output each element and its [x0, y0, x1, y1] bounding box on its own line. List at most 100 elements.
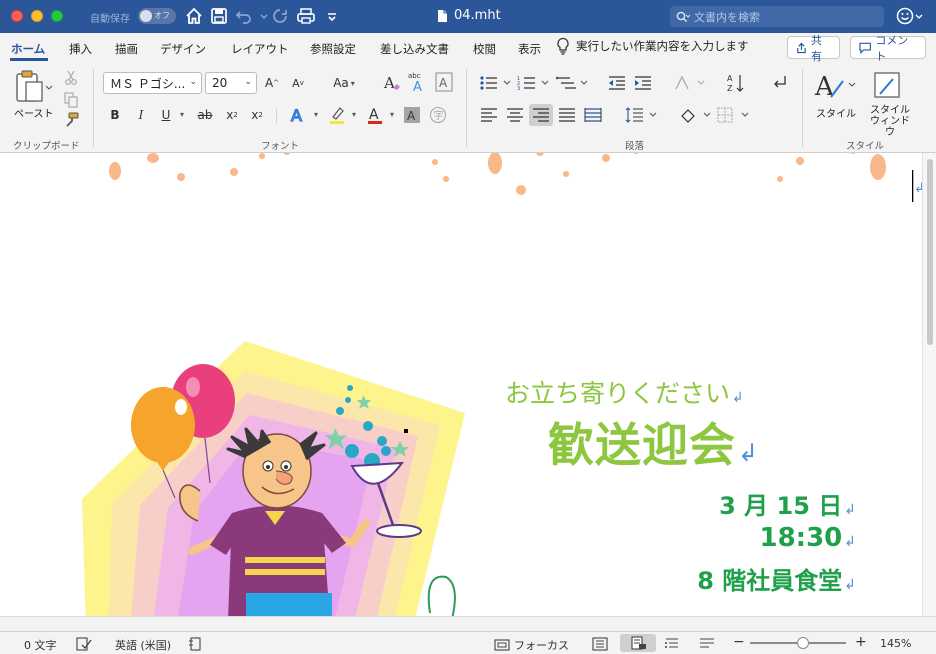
- distributed-icon[interactable]: [583, 106, 603, 124]
- italic-button[interactable]: I: [132, 105, 150, 125]
- multilevel-list-icon[interactable]: [555, 73, 591, 93]
- save-icon[interactable]: [209, 6, 229, 26]
- read-mode-icon[interactable]: [592, 637, 608, 651]
- increase-indent-icon[interactable]: [632, 73, 654, 93]
- styles-pane-button[interactable]: [870, 69, 904, 103]
- feedback-smiley-icon[interactable]: [895, 6, 925, 26]
- main-title[interactable]: 歓送迎会↲: [548, 409, 759, 475]
- undo-icon[interactable]: [234, 6, 254, 26]
- strikethrough-button[interactable]: ab: [194, 105, 216, 125]
- superscript-icon: x: [251, 108, 259, 122]
- scrollbar-thumb[interactable]: [927, 159, 933, 345]
- zoom-window-button[interactable]: [51, 10, 63, 22]
- paragraph-shading-icon[interactable]: [678, 105, 714, 125]
- align-right-icon[interactable]: [529, 104, 553, 126]
- styles-gallery-button[interactable]: A: [813, 69, 857, 103]
- align-center-icon[interactable]: [505, 106, 525, 124]
- decrease-indent-icon[interactable]: [606, 73, 628, 93]
- outline-view-icon[interactable]: [664, 637, 680, 651]
- highlight-dropdown-icon[interactable]: ▾: [352, 110, 356, 119]
- minimize-window-button[interactable]: [31, 10, 43, 22]
- font-color-icon[interactable]: A: [364, 105, 386, 125]
- vertical-scrollbar[interactable]: [922, 153, 936, 616]
- draft-view-icon[interactable]: [699, 637, 715, 651]
- underline-dropdown-icon[interactable]: ▾: [180, 110, 184, 119]
- tab-mailings[interactable]: 差し込み文書: [380, 41, 449, 57]
- shrink-font-button[interactable]: Av: [288, 73, 308, 93]
- zoom-level[interactable]: 145%: [880, 637, 911, 650]
- invite-text[interactable]: お立ち寄りください ↲: [505, 374, 744, 410]
- event-time[interactable]: 18:30 ↲: [760, 523, 857, 553]
- paste-button[interactable]: [12, 69, 54, 105]
- character-shading-icon[interactable]: A: [403, 106, 421, 124]
- track-changes-icon[interactable]: [188, 637, 204, 651]
- close-window-button[interactable]: [11, 10, 23, 22]
- justify-icon[interactable]: [557, 106, 577, 124]
- clear-formatting-icon[interactable]: A: [381, 72, 403, 94]
- styles-pane-label-line2: ウィンドウ: [870, 116, 910, 138]
- numbering-icon[interactable]: 123: [516, 73, 552, 93]
- search-box[interactable]: 文書内を検索: [670, 6, 884, 27]
- phonetic-guide-icon[interactable]: abc A: [406, 70, 430, 94]
- sort-icon[interactable]: AZ: [724, 71, 748, 95]
- word-count[interactable]: 0 文字: [24, 637, 57, 653]
- copy-icon[interactable]: [62, 91, 80, 109]
- tab-home[interactable]: ホーム: [11, 41, 45, 57]
- tell-me-box[interactable]: 実行したい作業内容を入力します: [556, 37, 749, 55]
- tab-references[interactable]: 参照設定: [310, 41, 356, 57]
- zoom-slider-thumb[interactable]: [797, 637, 809, 649]
- zoom-out-icon[interactable]: −: [733, 634, 745, 650]
- svg-text:A: A: [727, 74, 733, 83]
- confetti-dots: [109, 153, 886, 195]
- line-spacing-icon[interactable]: [624, 105, 660, 125]
- tab-insert[interactable]: 挿入: [69, 41, 92, 57]
- language-indicator[interactable]: 英語 (米国): [115, 637, 171, 653]
- redo-icon[interactable]: [270, 6, 290, 26]
- show-formatting-marks-icon[interactable]: [768, 73, 790, 93]
- clipboard-paste-icon: [16, 70, 53, 102]
- borders-icon[interactable]: [716, 105, 752, 125]
- zoom-in-icon[interactable]: +: [855, 634, 867, 650]
- tab-design[interactable]: デザイン: [160, 41, 206, 57]
- horizontal-scrollbar[interactable]: [0, 616, 936, 631]
- character-border-icon[interactable]: A: [435, 72, 453, 92]
- bold-button[interactable]: B: [106, 105, 124, 125]
- asian-layout-icon[interactable]: [672, 73, 708, 93]
- share-button[interactable]: 共有: [787, 34, 840, 63]
- font-group-label: フォント: [261, 141, 300, 152]
- document-canvas[interactable]: ↲ お立ち寄りください ↲ 歓送迎会↲ 3 月 15 日 ↲ 18:30 ↲ 8 階社…: [0, 153, 936, 631]
- undo-dropdown-icon[interactable]: [254, 6, 268, 26]
- tab-review[interactable]: 校閲: [473, 41, 496, 57]
- customize-toolbar-icon[interactable]: [322, 6, 336, 26]
- group-separator: [802, 69, 803, 147]
- grow-font-button[interactable]: A ^: [262, 73, 282, 93]
- subscript-button[interactable]: x2: [223, 105, 241, 125]
- event-date[interactable]: 3 月 15 日 ↲: [719, 486, 856, 521]
- focus-mode-button[interactable]: フォーカス: [494, 637, 569, 653]
- styles-pane-label-line1: スタイル: [870, 105, 910, 116]
- print-layout-icon[interactable]: [620, 634, 656, 652]
- change-case-button[interactable]: Aa ▾: [328, 73, 360, 93]
- enclose-characters-icon[interactable]: 字: [428, 105, 448, 125]
- text-effects-icon[interactable]: A: [287, 105, 309, 125]
- autosave-toggle[interactable]: オフ: [138, 8, 176, 24]
- proofing-icon[interactable]: [76, 637, 92, 651]
- underline-button[interactable]: U: [157, 105, 175, 125]
- text-effects-dropdown-icon[interactable]: ▾: [314, 110, 318, 119]
- tab-view[interactable]: 表示: [518, 41, 541, 57]
- highlight-color-icon[interactable]: [326, 105, 348, 125]
- bullets-icon[interactable]: [478, 73, 514, 93]
- font-size-select[interactable]: 20 ⌄: [205, 72, 257, 94]
- superscript-button[interactable]: x2: [248, 105, 266, 125]
- home-icon[interactable]: [184, 6, 204, 26]
- cut-icon[interactable]: [62, 69, 80, 87]
- font-color-dropdown-icon[interactable]: ▾: [390, 110, 394, 119]
- align-left-icon[interactable]: [479, 106, 499, 124]
- tab-layout[interactable]: レイアウト: [231, 41, 289, 57]
- font-name-select[interactable]: ＭＳ Ｐゴシ... ⌄: [103, 72, 202, 94]
- comments-button[interactable]: コメント: [850, 34, 926, 63]
- print-icon[interactable]: [296, 6, 316, 26]
- event-place[interactable]: 8 階社員食堂 ↲: [697, 561, 856, 596]
- tab-draw[interactable]: 描画: [115, 41, 138, 57]
- format-painter-icon[interactable]: [62, 111, 80, 129]
